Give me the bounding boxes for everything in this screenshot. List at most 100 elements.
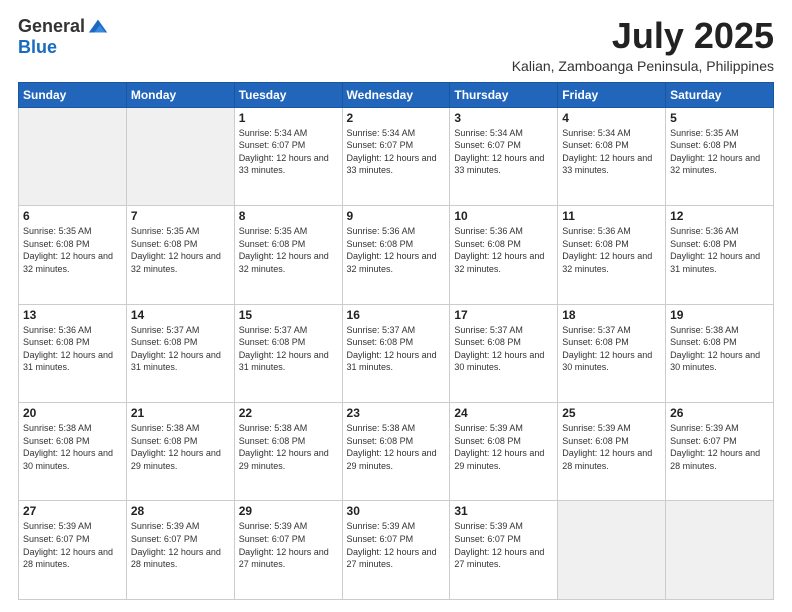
logo-icon xyxy=(87,16,109,38)
calendar-cell: 23 Sunrise: 5:38 AMSunset: 6:08 PMDayligh… xyxy=(342,403,450,501)
day-number: 26 xyxy=(670,406,769,420)
day-info: Sunrise: 5:38 AMSunset: 6:08 PMDaylight:… xyxy=(239,422,338,472)
day-info: Sunrise: 5:39 AMSunset: 6:07 PMDaylight:… xyxy=(23,520,122,570)
day-info: Sunrise: 5:36 AMSunset: 6:08 PMDaylight:… xyxy=(347,225,446,275)
weekday-header-tuesday: Tuesday xyxy=(234,82,342,107)
day-info: Sunrise: 5:37 AMSunset: 6:08 PMDaylight:… xyxy=(562,324,661,374)
calendar-cell: 20 Sunrise: 5:38 AMSunset: 6:08 PMDayligh… xyxy=(19,403,127,501)
calendar-week-row: 13Sunrise: 5:36 AMSunset: 6:08 PMDayligh… xyxy=(19,304,774,402)
day-info: Sunrise: 5:37 AMSunset: 6:08 PMDaylight:… xyxy=(347,324,446,374)
day-info: Sunrise: 5:36 AMSunset: 6:08 PMDaylight:… xyxy=(454,225,553,275)
logo-blue-text: Blue xyxy=(18,37,57,57)
day-info: Sunrise: 5:36 AMSunset: 6:08 PMDaylight:… xyxy=(670,225,769,275)
day-number: 4 xyxy=(562,111,661,125)
weekday-header-wednesday: Wednesday xyxy=(342,82,450,107)
calendar-cell: 12Sunrise: 5:36 AMSunset: 6:08 PMDayligh… xyxy=(666,206,774,304)
day-info: Sunrise: 5:39 AMSunset: 6:08 PMDaylight:… xyxy=(454,422,553,472)
day-info: Sunrise: 5:36 AMSunset: 6:08 PMDaylight:… xyxy=(23,324,122,374)
calendar-cell: 24 Sunrise: 5:39 AMSunset: 6:08 PMDayligh… xyxy=(450,403,558,501)
weekday-header-friday: Friday xyxy=(558,82,666,107)
calendar-cell: 1 Sunrise: 5:34 AMSunset: 6:07 PMDaylight… xyxy=(234,107,342,205)
day-info: Sunrise: 5:35 AMSunset: 6:08 PMDaylight:… xyxy=(239,225,338,275)
calendar-cell: 10 Sunrise: 5:36 AMSunset: 6:08 PMDayligh… xyxy=(450,206,558,304)
page: General Blue July 2025 Kalian, Zamboanga… xyxy=(0,0,792,612)
calendar-cell xyxy=(126,107,234,205)
day-info: Sunrise: 5:38 AMSunset: 6:08 PMDaylight:… xyxy=(347,422,446,472)
calendar-cell: 14Sunrise: 5:37 AMSunset: 6:08 PMDayligh… xyxy=(126,304,234,402)
calendar-cell: 5Sunrise: 5:35 AMSunset: 6:08 PMDaylight… xyxy=(666,107,774,205)
calendar-cell xyxy=(558,501,666,600)
day-number: 16 xyxy=(347,308,446,322)
day-number: 27 xyxy=(23,504,122,518)
day-info: Sunrise: 5:39 AMSunset: 6:07 PMDaylight:… xyxy=(670,422,769,472)
day-number: 22 xyxy=(239,406,338,420)
calendar-week-row: 27 Sunrise: 5:39 AMSunset: 6:07 PMDayligh… xyxy=(19,501,774,600)
location-title: Kalian, Zamboanga Peninsula, Philippines xyxy=(512,58,774,74)
day-number: 17 xyxy=(454,308,553,322)
month-title: July 2025 xyxy=(512,16,774,56)
weekday-header-sunday: Sunday xyxy=(19,82,127,107)
day-number: 31 xyxy=(454,504,553,518)
calendar-cell: 13Sunrise: 5:36 AMSunset: 6:08 PMDayligh… xyxy=(19,304,127,402)
calendar-week-row: 1 Sunrise: 5:34 AMSunset: 6:07 PMDaylight… xyxy=(19,107,774,205)
day-number: 20 xyxy=(23,406,122,420)
title-block: July 2025 Kalian, Zamboanga Peninsula, P… xyxy=(512,16,774,74)
day-info: Sunrise: 5:34 AMSunset: 6:08 PMDaylight:… xyxy=(562,127,661,177)
calendar-cell: 31 Sunrise: 5:39 AMSunset: 6:07 PMDayligh… xyxy=(450,501,558,600)
calendar-cell: 11Sunrise: 5:36 AMSunset: 6:08 PMDayligh… xyxy=(558,206,666,304)
day-number: 29 xyxy=(239,504,338,518)
calendar-cell: 18 Sunrise: 5:37 AMSunset: 6:08 PMDayligh… xyxy=(558,304,666,402)
calendar-cell: 8Sunrise: 5:35 AMSunset: 6:08 PMDaylight… xyxy=(234,206,342,304)
day-info: Sunrise: 5:34 AMSunset: 6:07 PMDaylight:… xyxy=(239,127,338,177)
calendar-cell: 29 Sunrise: 5:39 AMSunset: 6:07 PMDayligh… xyxy=(234,501,342,600)
day-number: 5 xyxy=(670,111,769,125)
calendar-cell: 21 Sunrise: 5:38 AMSunset: 6:08 PMDayligh… xyxy=(126,403,234,501)
calendar-cell: 27 Sunrise: 5:39 AMSunset: 6:07 PMDayligh… xyxy=(19,501,127,600)
calendar-cell: 9 Sunrise: 5:36 AMSunset: 6:08 PMDaylight… xyxy=(342,206,450,304)
calendar-cell: 22 Sunrise: 5:38 AMSunset: 6:08 PMDayligh… xyxy=(234,403,342,501)
day-info: Sunrise: 5:34 AMSunset: 6:07 PMDaylight:… xyxy=(347,127,446,177)
calendar-cell: 17 Sunrise: 5:37 AMSunset: 6:08 PMDayligh… xyxy=(450,304,558,402)
calendar-cell xyxy=(19,107,127,205)
day-info: Sunrise: 5:35 AMSunset: 6:08 PMDaylight:… xyxy=(23,225,122,275)
day-info: Sunrise: 5:38 AMSunset: 6:08 PMDaylight:… xyxy=(131,422,230,472)
day-info: Sunrise: 5:39 AMSunset: 6:07 PMDaylight:… xyxy=(131,520,230,570)
calendar-week-row: 20 Sunrise: 5:38 AMSunset: 6:08 PMDayligh… xyxy=(19,403,774,501)
calendar-cell: 6 Sunrise: 5:35 AMSunset: 6:08 PMDaylight… xyxy=(19,206,127,304)
day-number: 19 xyxy=(670,308,769,322)
calendar-cell: 15Sunrise: 5:37 AMSunset: 6:08 PMDayligh… xyxy=(234,304,342,402)
day-number: 14 xyxy=(131,308,230,322)
day-number: 1 xyxy=(239,111,338,125)
calendar-cell: 3 Sunrise: 5:34 AMSunset: 6:07 PMDaylight… xyxy=(450,107,558,205)
calendar-week-row: 6 Sunrise: 5:35 AMSunset: 6:08 PMDaylight… xyxy=(19,206,774,304)
day-number: 3 xyxy=(454,111,553,125)
day-info: Sunrise: 5:39 AMSunset: 6:07 PMDaylight:… xyxy=(454,520,553,570)
day-number: 18 xyxy=(562,308,661,322)
weekday-header-saturday: Saturday xyxy=(666,82,774,107)
day-number: 7 xyxy=(131,209,230,223)
day-info: Sunrise: 5:39 AMSunset: 6:07 PMDaylight:… xyxy=(239,520,338,570)
day-number: 28 xyxy=(131,504,230,518)
day-info: Sunrise: 5:38 AMSunset: 6:08 PMDaylight:… xyxy=(23,422,122,472)
calendar-cell: 4 Sunrise: 5:34 AMSunset: 6:08 PMDaylight… xyxy=(558,107,666,205)
day-number: 25 xyxy=(562,406,661,420)
day-info: Sunrise: 5:34 AMSunset: 6:07 PMDaylight:… xyxy=(454,127,553,177)
day-number: 6 xyxy=(23,209,122,223)
logo-general-text: General xyxy=(18,17,85,37)
calendar-cell xyxy=(666,501,774,600)
weekday-header-thursday: Thursday xyxy=(450,82,558,107)
day-number: 23 xyxy=(347,406,446,420)
day-number: 10 xyxy=(454,209,553,223)
day-number: 21 xyxy=(131,406,230,420)
day-number: 30 xyxy=(347,504,446,518)
calendar-table: SundayMondayTuesdayWednesdayThursdayFrid… xyxy=(18,82,774,600)
calendar-cell: 19Sunrise: 5:38 AMSunset: 6:08 PMDayligh… xyxy=(666,304,774,402)
day-number: 24 xyxy=(454,406,553,420)
logo: General Blue xyxy=(18,16,109,58)
calendar-cell: 28 Sunrise: 5:39 AMSunset: 6:07 PMDayligh… xyxy=(126,501,234,600)
calendar-cell: 2Sunrise: 5:34 AMSunset: 6:07 PMDaylight… xyxy=(342,107,450,205)
day-number: 9 xyxy=(347,209,446,223)
calendar-header-row: SundayMondayTuesdayWednesdayThursdayFrid… xyxy=(19,82,774,107)
day-info: Sunrise: 5:37 AMSunset: 6:08 PMDaylight:… xyxy=(454,324,553,374)
day-number: 15 xyxy=(239,308,338,322)
